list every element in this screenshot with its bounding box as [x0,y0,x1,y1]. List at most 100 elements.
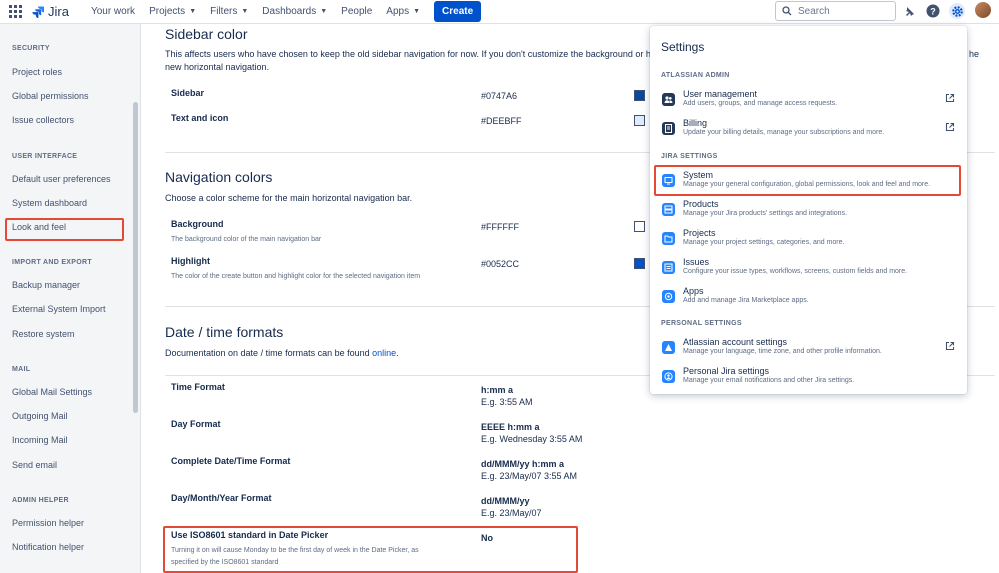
folder-icon [662,232,675,245]
highlight-color-swatch[interactable] [634,258,645,269]
settings-item-products[interactable]: Products Manage your Jira products' sett… [650,199,967,225]
sidebar-color-value: #0747A6 [481,91,518,101]
settings-item-name: Apps [683,286,704,296]
settings-item-user-management[interactable]: User management Add users, groups, and m… [650,89,967,115]
background-color-value: #FFFFFF [481,222,519,232]
sidebar-item-notification-helper[interactable]: Notification helper [12,542,84,552]
nav-label: People [341,6,373,17]
sidebar-item-global-permissions[interactable]: Global permissions [12,91,89,101]
sidebar-color-description-tail: he [969,49,980,59]
background-color-swatch[interactable] [634,221,645,232]
sidebar-item-system-dashboard[interactable]: System dashboard [12,198,87,208]
sidebar-item-external-system-import[interactable]: External System Import [12,304,106,314]
search-input[interactable]: Search [775,1,896,21]
text-icon-color-value: #DEEBFF [481,116,522,126]
nav-apps[interactable]: Apps ▼ [386,6,420,17]
complete-datetime-format-label: Complete Date/Time Format [171,456,291,466]
settings-item-name: Issues [683,257,710,267]
highlight-color-label: Highlight [171,256,210,266]
sidebar-item-outgoing-mail[interactable]: Outgoing Mail [12,411,68,421]
time-format-label: Time Format [171,382,225,392]
desc-text: . [396,348,399,358]
day-month-year-format-label: Day/Month/Year Format [171,493,272,503]
nav-label: Apps [386,6,410,17]
chevron-down-icon: ▼ [320,8,328,15]
sidebar-scrollbar[interactable] [133,102,138,413]
sidebar-color-swatch[interactable] [634,90,645,101]
settings-gear-icon[interactable] [949,3,965,19]
day-format-value: EEEE h:mm a [481,422,540,432]
nav-projects[interactable]: Projects ▼ [149,6,196,17]
sidebar-color-description-line2: new horizontal navigation. [165,62,270,72]
settings-item-projects[interactable]: Projects Manage your project settings, c… [650,228,967,254]
issues-icon [662,261,675,274]
navigation-colors-description: Choose a color scheme for the main horiz… [165,193,413,203]
day-format-label: Day Format [171,419,221,429]
settings-section-jira-settings: JIRA SETTINGS [661,153,718,160]
text-icon-color-swatch[interactable] [634,115,645,126]
sidebar-item-backup-manager[interactable]: Backup manager [12,280,80,290]
sidebar-item-restore-system[interactable]: Restore system [12,329,75,339]
nav-filters[interactable]: Filters ▼ [210,6,248,17]
search-placeholder: Search [798,5,830,17]
jira-logo-text: Jira [48,4,69,19]
highlight-color-value: #0052CC [481,259,520,269]
sidebar-item-incoming-mail[interactable]: Incoming Mail [12,435,68,445]
settings-dropdown-title: Settings [661,40,705,54]
section-title-sidebar-color: Sidebar color [165,26,248,42]
sidebar-section-import-export: IMPORT AND EXPORT [12,259,92,266]
settings-item-personal-jira[interactable]: Personal Jira settings Manage your email… [650,366,967,392]
sidebar-section-mail: MAIL [12,366,31,373]
products-icon [662,203,675,216]
admin-sidebar: SECURITY Project roles Global permission… [0,24,141,573]
external-link-icon [945,93,955,103]
avatar[interactable] [975,2,991,18]
notifications-icon[interactable] [902,3,918,19]
atlassian-icon [662,341,675,354]
settings-item-atlassian-account[interactable]: Atlassian account settings Manage your l… [650,337,967,363]
sidebar-section-user-interface: USER INTERFACE [12,153,78,160]
settings-item-name: Billing [683,118,708,128]
sidebar-item-send-email[interactable]: Send email [12,460,57,470]
top-navigation-bar: Jira Your work Projects ▼ Filters ▼ Dashbo… [0,0,999,24]
nav-label: Projects [149,6,186,17]
sidebar-item-global-mail-settings[interactable]: Global Mail Settings [12,387,92,397]
complete-datetime-format-example: E.g. 23/May/07 3:55 AM [481,471,578,481]
iso8601-highlight-box [163,526,578,573]
sidebar-item-default-user-preferences[interactable]: Default user preferences [12,174,111,184]
sidebar-color-description: This affects users who have chosen to ke… [165,48,658,61]
create-button[interactable]: Create [434,1,482,22]
nav-people[interactable]: People [341,6,372,17]
date-formats-description: Documentation on date / time formats can… [165,347,399,360]
primary-nav: Your work Projects ▼ Filters ▼ Dashboards ▼… [91,1,482,22]
sidebar-item-issue-collectors[interactable]: Issue collectors [12,115,74,125]
nav-label: Dashboards [262,6,317,17]
sidebar-item-permission-helper[interactable]: Permission helper [12,518,84,528]
help-icon[interactable]: ? [925,3,941,19]
desc-text: This affects users who have chosen to ke… [165,49,658,59]
text-icon-color-label: Text and icon [171,113,229,123]
external-link-icon [945,341,955,351]
settings-item-apps[interactable]: Apps Add and manage Jira Marketplace app… [650,286,967,312]
nav-your-work[interactable]: Your work [91,6,135,17]
nav-dashboards[interactable]: Dashboards ▼ [262,6,327,17]
settings-item-billing[interactable]: Billing Update your billing details, man… [650,118,967,144]
settings-item-name: User management [683,89,758,99]
settings-item-description: Add users, groups, and manage access req… [683,100,838,107]
day-month-year-format-value: dd/MMM/yy [481,496,530,506]
nav-label: Your work [90,6,136,17]
settings-item-name: Personal Jira settings [683,366,770,376]
sidebar-item-project-roles[interactable]: Project roles [12,67,62,77]
app-switcher-icon[interactable] [9,4,23,19]
settings-dropdown: Settings ATLASSIAN ADMIN User management… [650,26,967,394]
settings-item-issues[interactable]: Issues Configure your issue types, workf… [650,257,967,283]
online-link[interactable]: online [372,348,396,358]
settings-section-atlassian-admin: ATLASSIAN ADMIN [661,72,730,79]
svg-text:?: ? [930,7,936,17]
settings-item-description: Manage your project settings, categories… [683,239,845,246]
time-format-value: h:mm a [481,385,514,395]
jira-logo[interactable]: Jira [32,4,69,19]
sidebar-section-security: SECURITY [12,45,50,52]
settings-item-description: Configure your issue types, workflows, s… [683,268,908,275]
nav-label: Filters [210,6,238,17]
